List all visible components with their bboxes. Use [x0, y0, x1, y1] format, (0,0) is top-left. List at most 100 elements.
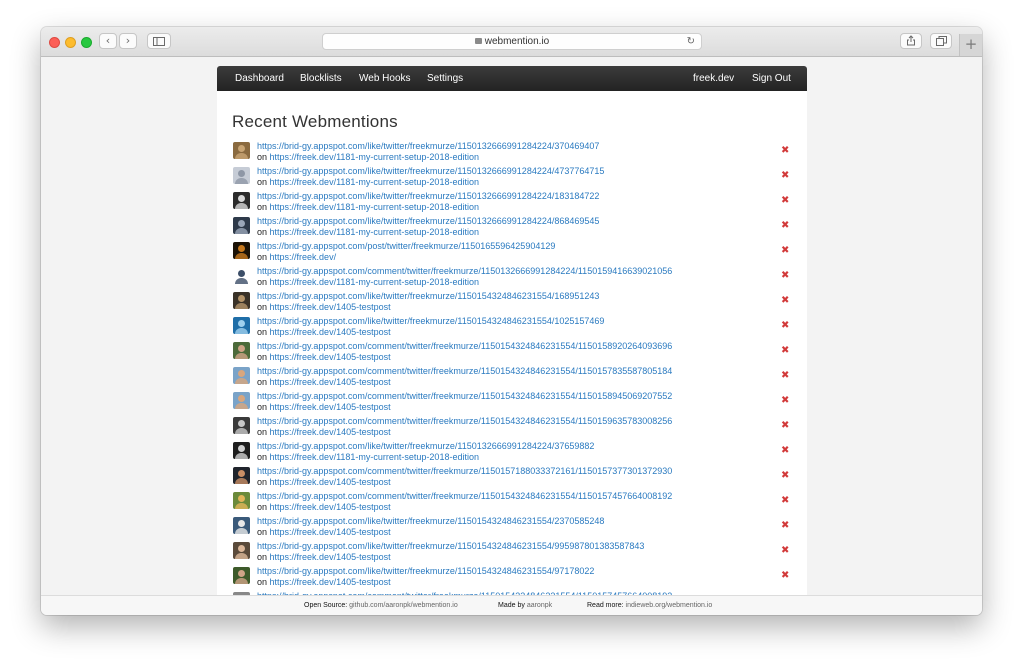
sign-out-link[interactable]: Sign Out	[752, 66, 791, 91]
delete-icon[interactable]: ✖	[781, 171, 789, 181]
share-button[interactable]	[900, 33, 922, 49]
delete-icon[interactable]: ✖	[781, 546, 789, 556]
avatar[interactable]	[233, 442, 250, 459]
source-link[interactable]: https://brid-gy.appspot.com/like/twitter…	[257, 191, 599, 202]
delete-icon[interactable]: ✖	[781, 521, 789, 531]
avatar[interactable]	[233, 367, 250, 384]
avatar[interactable]	[233, 542, 250, 559]
target-link[interactable]: https://freek.dev/1405-testpost	[270, 502, 391, 512]
avatar[interactable]	[233, 517, 250, 534]
delete-icon[interactable]: ✖	[781, 496, 789, 506]
avatar[interactable]	[233, 342, 250, 359]
avatar[interactable]	[233, 392, 250, 409]
nav-user-domain[interactable]: freek.dev	[693, 66, 734, 91]
maximize-window-button[interactable]	[81, 37, 92, 48]
delete-icon[interactable]: ✖	[781, 321, 789, 331]
source-link[interactable]: https://brid-gy.appspot.com/like/twitter…	[257, 541, 644, 552]
avatar[interactable]	[233, 467, 250, 484]
webmention-item: https://brid-gy.appspot.com/comment/twit…	[233, 465, 793, 490]
forward-button[interactable]: ›	[119, 33, 137, 49]
source-link[interactable]: https://brid-gy.appspot.com/comment/twit…	[257, 416, 672, 427]
delete-icon[interactable]: ✖	[781, 221, 789, 231]
source-link[interactable]: https://brid-gy.appspot.com/comment/twit…	[257, 366, 672, 377]
webmention-item: https://brid-gy.appspot.com/like/twitter…	[233, 215, 793, 240]
target-link[interactable]: https://freek.dev/	[270, 252, 337, 262]
delete-icon[interactable]: ✖	[781, 196, 789, 206]
address-bar[interactable]: webmention.io ↻	[322, 33, 702, 50]
chevron-right-icon: ›	[125, 34, 131, 47]
nav-blocklists[interactable]: Blocklists	[300, 66, 342, 91]
target-link[interactable]: https://freek.dev/1181-my-current-setup-…	[270, 452, 479, 462]
nav-settings[interactable]: Settings	[427, 66, 463, 91]
target-link[interactable]: https://freek.dev/1405-testpost	[270, 527, 391, 537]
delete-icon[interactable]: ✖	[781, 421, 789, 431]
target-link[interactable]: https://freek.dev/1405-testpost	[270, 402, 391, 412]
target-line: on https://freek.dev/1405-testpost	[257, 577, 391, 588]
target-link[interactable]: https://freek.dev/1181-my-current-setup-…	[270, 202, 479, 212]
avatar[interactable]	[233, 242, 250, 259]
delete-icon[interactable]: ✖	[781, 271, 789, 281]
back-button[interactable]: ‹	[99, 33, 117, 49]
target-link[interactable]: https://freek.dev/1405-testpost	[270, 427, 391, 437]
source-link[interactable]: https://brid-gy.appspot.com/comment/twit…	[257, 491, 672, 502]
footer-read-more-label: Read more:	[587, 602, 624, 609]
delete-icon[interactable]: ✖	[781, 371, 789, 381]
source-link[interactable]: https://brid-gy.appspot.com/comment/twit…	[257, 391, 672, 402]
avatar[interactable]	[233, 567, 250, 584]
footer-github-link[interactable]: github.com/aaronpk/webmention.io	[349, 602, 458, 609]
new-tab-button[interactable]: +	[959, 34, 982, 56]
source-link[interactable]: https://brid-gy.appspot.com/comment/twit…	[257, 466, 672, 477]
target-link[interactable]: https://freek.dev/1181-my-current-setup-…	[270, 152, 479, 162]
delete-icon[interactable]: ✖	[781, 146, 789, 156]
footer-indieweb-link[interactable]: indieweb.org/webmention.io	[626, 602, 713, 609]
target-link[interactable]: https://freek.dev/1405-testpost	[270, 552, 391, 562]
target-link[interactable]: https://freek.dev/1405-testpost	[270, 377, 391, 387]
source-link[interactable]: https://brid-gy.appspot.com/comment/twit…	[257, 266, 672, 277]
close-window-button[interactable]	[49, 37, 60, 48]
source-link[interactable]: https://brid-gy.appspot.com/like/twitter…	[257, 216, 599, 227]
target-line: on https://freek.dev/1181-my-current-set…	[257, 152, 479, 163]
target-link[interactable]: https://freek.dev/1405-testpost	[270, 477, 391, 487]
source-link[interactable]: https://brid-gy.appspot.com/comment/twit…	[257, 341, 672, 352]
avatar[interactable]	[233, 142, 250, 159]
delete-icon[interactable]: ✖	[781, 246, 789, 256]
delete-icon[interactable]: ✖	[781, 471, 789, 481]
avatar[interactable]	[233, 492, 250, 509]
source-link[interactable]: https://brid-gy.appspot.com/post/twitter…	[257, 241, 555, 252]
footer-open-source-label: Open Source:	[304, 602, 348, 609]
sidebar-toggle-button[interactable]	[147, 33, 171, 49]
delete-icon[interactable]: ✖	[781, 446, 789, 456]
tabs-overview-button[interactable]	[930, 33, 952, 49]
target-link[interactable]: https://freek.dev/1181-my-current-setup-…	[270, 277, 479, 287]
on-label: on	[257, 377, 268, 387]
target-link[interactable]: https://freek.dev/1405-testpost	[270, 352, 391, 362]
reload-icon[interactable]: ↻	[687, 34, 695, 49]
avatar[interactable]	[233, 417, 250, 434]
target-link[interactable]: https://freek.dev/1181-my-current-setup-…	[270, 227, 479, 237]
avatar[interactable]	[233, 267, 250, 284]
source-link[interactable]: https://brid-gy.appspot.com/like/twitter…	[257, 291, 599, 302]
target-link[interactable]: https://freek.dev/1405-testpost	[270, 327, 391, 337]
footer-author-link[interactable]: aaronpk	[527, 602, 552, 609]
avatar[interactable]	[233, 317, 250, 334]
nav-dashboard[interactable]: Dashboard	[235, 66, 284, 91]
target-link[interactable]: https://freek.dev/1405-testpost	[270, 302, 391, 312]
source-link[interactable]: https://brid-gy.appspot.com/like/twitter…	[257, 316, 604, 327]
avatar[interactable]	[233, 292, 250, 309]
source-link[interactable]: https://brid-gy.appspot.com/like/twitter…	[257, 566, 594, 577]
source-link[interactable]: https://brid-gy.appspot.com/like/twitter…	[257, 141, 599, 152]
avatar[interactable]	[233, 217, 250, 234]
source-link[interactable]: https://brid-gy.appspot.com/like/twitter…	[257, 441, 594, 452]
nav-web-hooks[interactable]: Web Hooks	[359, 66, 411, 91]
delete-icon[interactable]: ✖	[781, 346, 789, 356]
target-link[interactable]: https://freek.dev/1405-testpost	[270, 577, 391, 587]
target-link[interactable]: https://freek.dev/1181-my-current-setup-…	[270, 177, 479, 187]
avatar[interactable]	[233, 167, 250, 184]
delete-icon[interactable]: ✖	[781, 296, 789, 306]
avatar[interactable]	[233, 192, 250, 209]
minimize-window-button[interactable]	[65, 37, 76, 48]
source-link[interactable]: https://brid-gy.appspot.com/like/twitter…	[257, 166, 604, 177]
delete-icon[interactable]: ✖	[781, 571, 789, 581]
delete-icon[interactable]: ✖	[781, 396, 789, 406]
source-link[interactable]: https://brid-gy.appspot.com/like/twitter…	[257, 516, 604, 527]
